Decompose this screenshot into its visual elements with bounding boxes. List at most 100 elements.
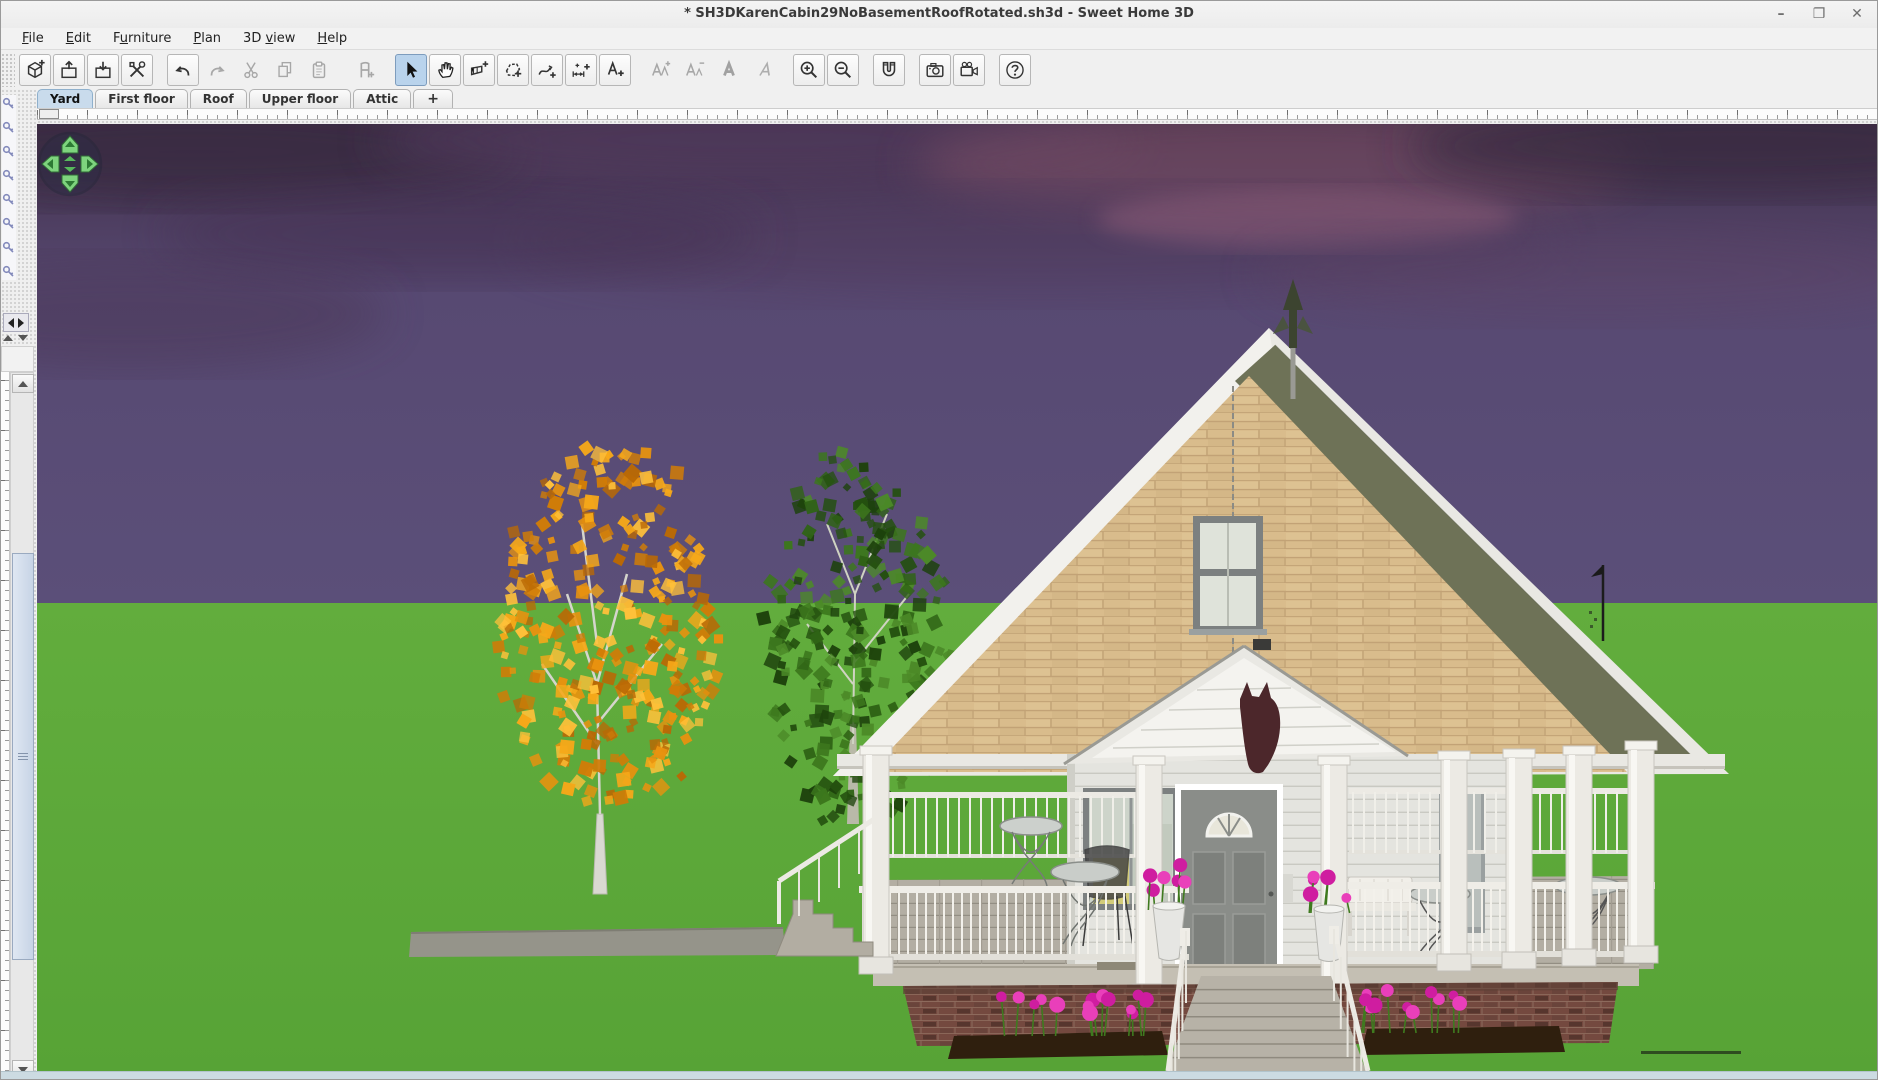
collapse-right-icon[interactable] xyxy=(18,318,24,328)
toolbar-group xyxy=(793,54,859,86)
bold-icon xyxy=(718,59,740,81)
create-photo-button[interactable] xyxy=(919,54,951,86)
zoom-out-button[interactable] xyxy=(827,54,859,86)
close-icon[interactable]: ✕ xyxy=(1845,3,1869,25)
copy-button[interactable] xyxy=(269,54,301,86)
magnet-button[interactable] xyxy=(873,54,905,86)
collapse-down-icon[interactable] xyxy=(18,335,28,341)
add-level-tab[interactable]: + xyxy=(413,89,453,108)
tab-roof[interactable]: Roof xyxy=(190,89,247,108)
open-home-icon xyxy=(58,59,80,81)
3d-scene xyxy=(37,124,1878,1071)
tab-first-floor[interactable]: First floor xyxy=(95,89,188,108)
window-controls: – ❐ ✕ xyxy=(1769,3,1869,25)
create-walls-button[interactable] xyxy=(463,54,495,86)
title-bar: * SH3DKarenCabin29NoBasementRoofRotated.… xyxy=(1,1,1877,29)
undo-button[interactable] xyxy=(167,54,199,86)
add-furniture-icon xyxy=(354,59,376,81)
help-button[interactable] xyxy=(999,54,1031,86)
new-home-button[interactable] xyxy=(19,54,51,86)
decrease-text-size-button[interactable] xyxy=(679,54,711,86)
key-icon[interactable] xyxy=(2,97,15,110)
italic-button[interactable] xyxy=(747,54,779,86)
create-polylines-button[interactable] xyxy=(531,54,563,86)
create-rooms-button[interactable] xyxy=(497,54,529,86)
add-furniture-button[interactable] xyxy=(349,54,381,86)
gable-window[interactable] xyxy=(1189,516,1267,635)
soil-bed-right xyxy=(1361,1026,1565,1055)
ruler-corner-box xyxy=(39,109,59,119)
bottom-border xyxy=(1,1071,1877,1080)
create-dimensions-icon xyxy=(570,59,592,81)
redo-icon xyxy=(206,59,228,81)
collapsed-plan-panel xyxy=(1,346,34,372)
save-home-button[interactable] xyxy=(87,54,119,86)
create-video-icon xyxy=(958,59,980,81)
key-icon[interactable] xyxy=(2,145,15,158)
toolbar-group xyxy=(645,54,779,86)
increase-text-size-icon xyxy=(650,59,672,81)
tab-upper-floor[interactable]: Upper floor xyxy=(249,89,351,108)
key-icon[interactable] xyxy=(2,265,15,278)
collapse-up-icon[interactable] xyxy=(3,335,13,341)
toolbar-grip[interactable] xyxy=(1,53,15,87)
menu-3d-view[interactable]: 3D view xyxy=(232,29,306,48)
open-home-button[interactable] xyxy=(53,54,85,86)
decrease-text-size-icon xyxy=(684,59,706,81)
tab-yard[interactable]: Yard xyxy=(37,89,93,108)
select-button[interactable] xyxy=(395,54,427,86)
add-text-button[interactable] xyxy=(599,54,631,86)
collapse-left-icon[interactable] xyxy=(8,318,14,328)
scroll-up-icon[interactable] xyxy=(12,374,34,393)
pan-button[interactable] xyxy=(429,54,461,86)
toolbar-group xyxy=(873,54,905,86)
key-icon[interactable] xyxy=(2,169,15,182)
create-walls-icon xyxy=(468,59,490,81)
paste-button[interactable] xyxy=(303,54,335,86)
toolbar-group xyxy=(919,54,985,86)
maximize-icon[interactable]: ❐ xyxy=(1807,3,1831,25)
zoom-in-icon xyxy=(798,59,820,81)
preferences-button[interactable] xyxy=(121,54,153,86)
vertical-scrollbar[interactable] xyxy=(10,372,34,1080)
menu-help[interactable]: Help xyxy=(306,29,358,48)
create-dimensions-button[interactable] xyxy=(565,54,597,86)
key-icon[interactable] xyxy=(2,241,15,254)
sweet-home-3d-window: * SH3DKarenCabin29NoBasementRoofRotated.… xyxy=(0,0,1878,1080)
key-icon[interactable] xyxy=(2,217,15,230)
increase-text-size-button[interactable] xyxy=(645,54,677,86)
italic-icon xyxy=(752,59,774,81)
redo-button[interactable] xyxy=(201,54,233,86)
toolbar-group xyxy=(167,54,335,86)
toolbar-group xyxy=(19,54,153,86)
menu-file[interactable]: File xyxy=(11,29,55,48)
vertical-ruler xyxy=(1,372,10,1080)
zoom-in-button[interactable] xyxy=(793,54,825,86)
create-video-button[interactable] xyxy=(953,54,985,86)
splitter-collapse-buttons xyxy=(3,313,29,332)
create-photo-icon xyxy=(924,59,946,81)
navigation-compass-icon[interactable] xyxy=(39,133,101,195)
new-home-icon xyxy=(24,59,46,81)
3d-view[interactable] xyxy=(37,124,1878,1071)
scrollbar-thumb[interactable] xyxy=(12,553,34,960)
bold-button[interactable] xyxy=(713,54,745,86)
pan-icon xyxy=(434,59,456,81)
tab-attic[interactable]: Attic xyxy=(353,89,411,108)
create-polylines-icon xyxy=(536,59,558,81)
cut-button[interactable] xyxy=(235,54,267,86)
menu-plan[interactable]: Plan xyxy=(182,29,232,48)
undo-icon xyxy=(172,59,194,81)
toolbar xyxy=(1,50,1877,90)
menu-edit[interactable]: Edit xyxy=(55,29,102,48)
paste-icon xyxy=(308,59,330,81)
menu-furniture[interactable]: Furniture xyxy=(102,29,182,48)
window-title: * SH3DKarenCabin29NoBasementRoofRotated.… xyxy=(1,6,1877,21)
left-splitter-strip[interactable] xyxy=(1,89,37,1080)
key-icon[interactable] xyxy=(2,121,15,134)
furniture-catalog-strip xyxy=(2,95,16,280)
path-shadow xyxy=(1641,1051,1741,1054)
menu-bar: FileEditFurniturePlan3D viewHelp xyxy=(1,28,1877,50)
minimize-icon[interactable]: – xyxy=(1769,3,1793,25)
key-icon[interactable] xyxy=(2,193,15,206)
